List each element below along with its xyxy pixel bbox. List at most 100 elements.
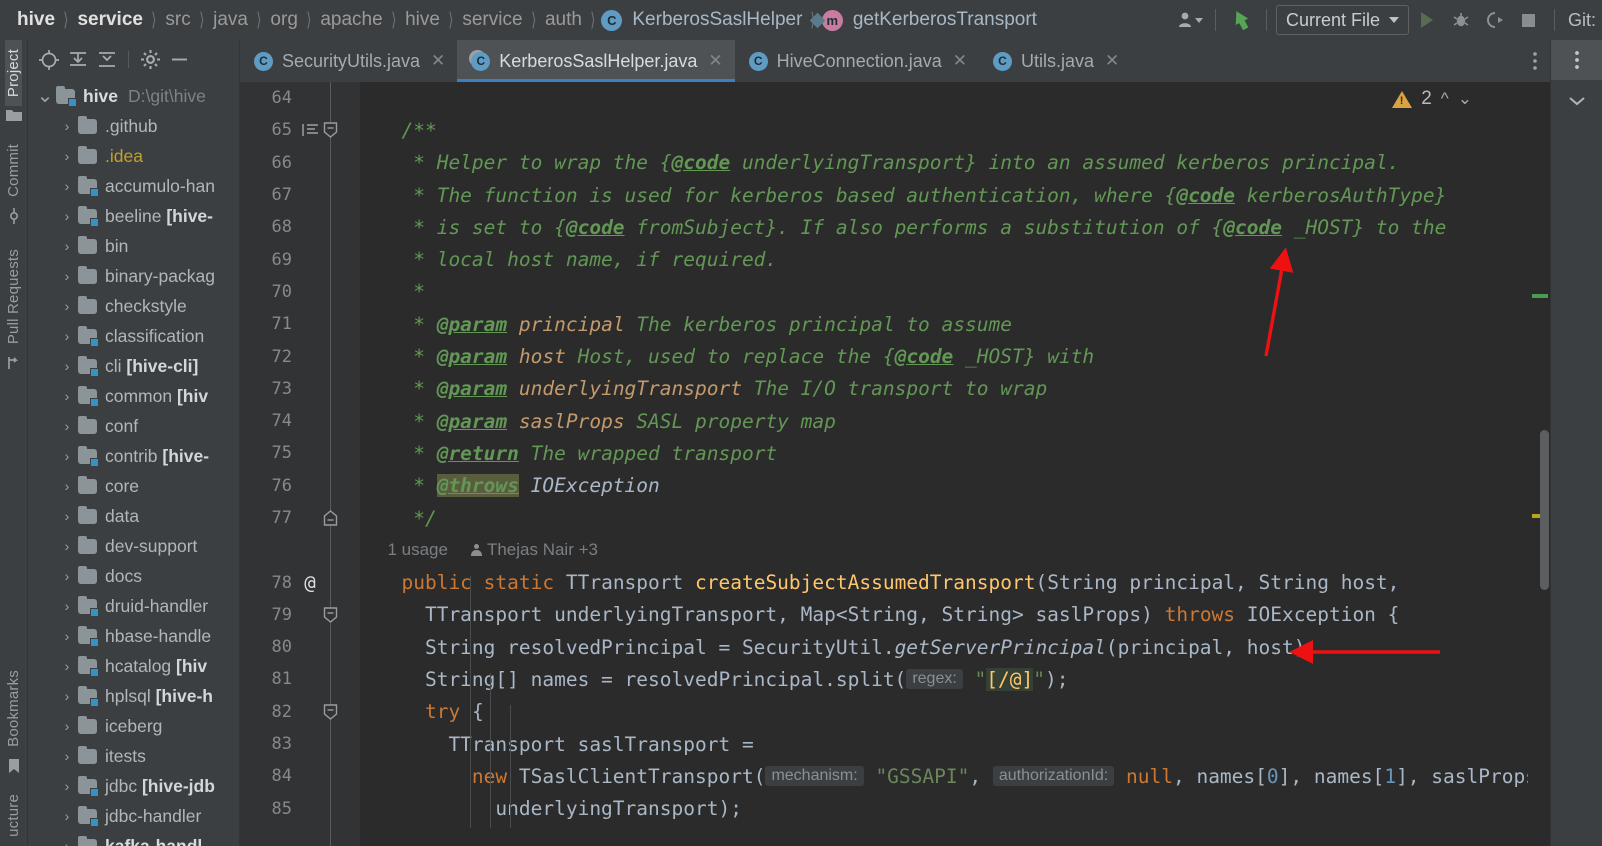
chevron-down-icon[interactable]: ⌄ [34,86,56,106]
run-icon[interactable] [1411,5,1443,35]
usage-count[interactable]: 1 usage [378,540,448,560]
chevron-right-icon[interactable]: › [56,178,78,194]
tree-node-jdbc-handler[interactable]: › jdbc-handler [28,801,239,831]
tree-node-contrib-hive-[interactable]: › contrib [hive- [28,441,239,471]
chevron-right-icon[interactable]: › [56,418,78,434]
sidebar-item-structure[interactable]: ucture [5,790,22,846]
collapse-strip-icon[interactable] [1551,80,1602,122]
debug-icon[interactable] [1445,5,1477,35]
chevron-right-icon[interactable]: › [56,478,78,494]
locate-target-icon[interactable] [36,47,62,73]
breadcrumb-src[interactable]: src [162,9,193,31]
close-icon[interactable]: ✕ [1105,51,1119,71]
more-tool-windows-icon[interactable] [1550,40,1602,80]
tree-node-hbase-handle[interactable]: › hbase-handle [28,621,239,651]
tree-node-binary-packag[interactable]: › binary-packag [28,261,239,291]
tab-bar-options[interactable] [1520,40,1550,82]
editor-marker-strip[interactable] [1528,82,1550,846]
tree-node-iceberg[interactable]: › iceberg [28,711,239,741]
sidebar-item-commit[interactable]: Commit [5,135,22,206]
problem-marker-0[interactable] [1532,294,1548,298]
chevron-right-icon[interactable]: › [56,718,78,734]
chevron-right-icon[interactable]: › [56,118,78,134]
tree-node-jdbc-hive-jdb[interactable]: › jdbc [hive-jdb [28,771,239,801]
chevron-right-icon[interactable]: › [56,748,78,764]
sidebar-item-pull-requests[interactable]: Pull Requests [5,240,22,353]
breadcrumb-class[interactable]: KerberosSaslHelper [629,9,805,31]
chevron-right-icon[interactable]: › [56,838,78,846]
run-configuration-selector[interactable]: Current File [1275,5,1409,35]
chevron-right-icon[interactable]: › [56,238,78,254]
breadcrumb-method[interactable]: getKerberosTransport [850,9,1040,31]
tab-hiveconnection-java[interactable]: C HiveConnection.java ✕ [735,40,979,82]
sidebar-item-bookmarks[interactable]: Bookmarks [5,661,22,756]
tree-node-conf[interactable]: › conf [28,411,239,441]
chevron-right-icon[interactable]: › [56,538,78,554]
tree-node-kafka-handl[interactable]: › kafka-handl [28,831,239,846]
tab-kerberossaslhelper-java[interactable]: C KerberosSaslHelper.java ✕ [457,40,736,82]
tree-node-dev-support[interactable]: › dev-support [28,531,239,561]
tree-node-hplsql-hive-h[interactable]: › hplsql [hive-h [28,681,239,711]
inspection-widget[interactable]: 2 ^ ⌄ [1392,88,1472,110]
chevron-right-icon[interactable]: › [56,208,78,224]
close-icon[interactable]: ✕ [708,51,722,71]
code-editor[interactable]: 2 ^ ⌄ 646566676869707172737475767778@798… [240,82,1550,846]
tree-node-docs[interactable]: › docs [28,561,239,591]
chevron-right-icon[interactable]: › [56,508,78,524]
next-problem-icon[interactable]: ⌄ [1458,89,1472,109]
stop-icon[interactable] [1513,5,1545,35]
chevron-right-icon[interactable]: › [56,688,78,704]
vcs-update-icon[interactable] [1225,5,1257,35]
user-dropdown-icon[interactable] [1174,5,1206,35]
breadcrumb-service[interactable]: service [74,9,146,31]
breadcrumb-hive-2[interactable]: hive [402,9,443,31]
chevron-right-icon[interactable]: › [56,658,78,674]
prev-problem-icon[interactable]: ^ [1441,89,1449,109]
annotation-marker-icon[interactable]: @ [296,572,324,594]
gear-icon[interactable] [137,47,163,73]
breadcrumb-service-2[interactable]: service [459,9,525,31]
tree-node-hcatalog-hiv[interactable]: › hcatalog [hiv [28,651,239,681]
tree-node-core[interactable]: › core [28,471,239,501]
close-icon[interactable]: ✕ [953,51,967,71]
tree-node-druid-handler[interactable]: › druid-handler [28,591,239,621]
run-with-coverage-icon[interactable] [1479,5,1511,35]
chevron-right-icon[interactable]: › [56,448,78,464]
tree-node-itests[interactable]: › itests [28,741,239,771]
minimize-icon[interactable] [166,47,192,73]
tree-node-bin[interactable]: › bin [28,231,239,261]
chevron-right-icon[interactable]: › [56,778,78,794]
breadcrumb-java[interactable]: java [210,9,251,31]
tree-node-common-hiv[interactable]: › common [hiv [28,381,239,411]
chevron-right-icon[interactable]: › [56,298,78,314]
code-content[interactable]: /** * Helper to wrap the {@code underlyi… [360,82,1528,846]
chevron-right-icon[interactable]: › [56,598,78,614]
breadcrumb-org[interactable]: org [267,9,300,31]
tree-node--github[interactable]: › .github [28,111,239,141]
tree-node-hive[interactable]: ⌄ hive D:\git\hive [28,81,239,111]
chevron-right-icon[interactable]: › [56,568,78,584]
sidebar-item-project[interactable]: Project [5,40,22,107]
author-name[interactable]: Thejas Nair +3 [487,540,598,560]
reader-mode-icon[interactable] [296,123,324,137]
breadcrumb-hive[interactable]: hive [14,9,58,31]
tree-node-beeline-hive-[interactable]: › beeline [hive- [28,201,239,231]
tree-node-cli-hive-cli-[interactable]: › cli [hive-cli] [28,351,239,381]
breadcrumb-auth[interactable]: auth [542,9,585,31]
expand-all-icon[interactable] [65,47,91,73]
tab-utils-java[interactable]: C Utils.java ✕ [979,40,1131,82]
tree-node-classification[interactable]: › classification [28,321,239,351]
tree-node-data[interactable]: › data [28,501,239,531]
collapse-all-icon[interactable] [94,47,120,73]
project-tree[interactable]: ⌄ hive D:\git\hive › .github › .idea › accumulo-… [28,79,239,846]
editor-gutter[interactable]: 64 65 66 67 68 69 70 71 72 73 74 75 76 77 78 @79 80 81 82 8… [240,82,360,846]
breadcrumb-apache[interactable]: apache [317,9,385,31]
chevron-right-icon[interactable]: › [56,328,78,344]
chevron-right-icon[interactable]: › [56,628,78,644]
chevron-right-icon[interactable]: › [56,808,78,824]
tree-node-accumulo-han[interactable]: › accumulo-han [28,171,239,201]
chevron-right-icon[interactable]: › [56,388,78,404]
chevron-right-icon[interactable]: › [56,268,78,284]
chevron-right-icon[interactable]: › [56,358,78,374]
editor-vertical-scrollbar[interactable] [1540,430,1549,590]
